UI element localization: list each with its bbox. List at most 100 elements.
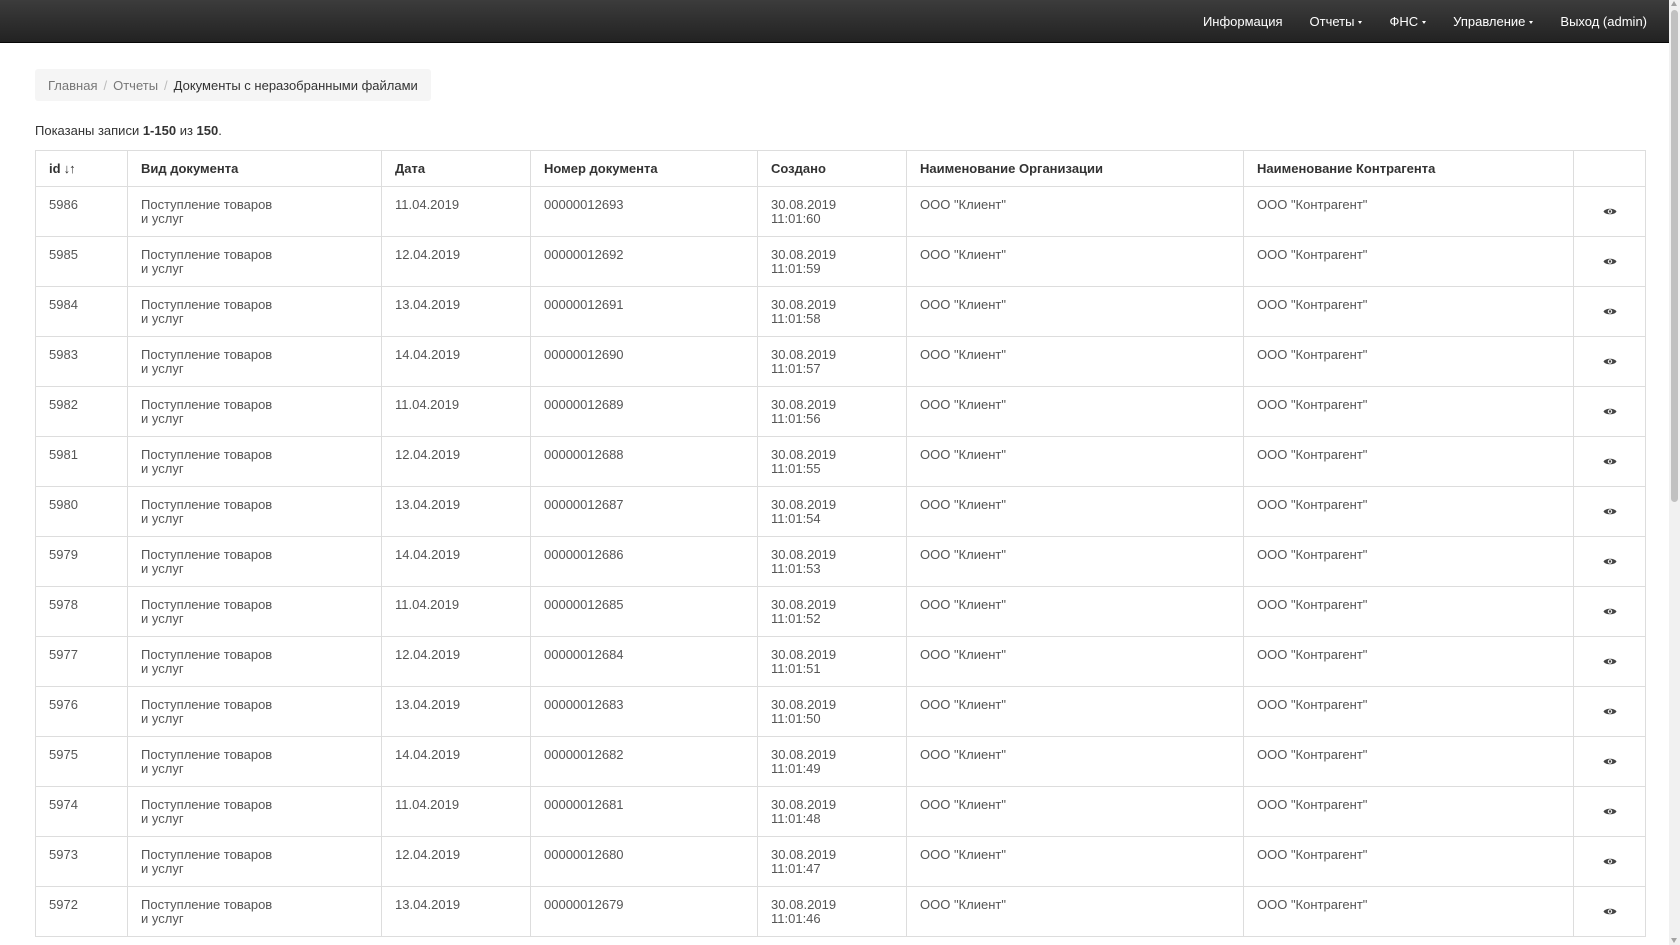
cell-created: 30.08.2019 11:01:60	[757, 186, 907, 237]
cell-actions	[1573, 836, 1646, 887]
scrollbar-thumb[interactable]	[1671, 10, 1678, 502]
cell-date: 11.04.2019	[381, 186, 531, 237]
created-time: 11:01:49	[771, 761, 821, 776]
doc-type-line-2: и услуг	[141, 761, 184, 776]
nav-item-fns[interactable]: ФНС	[1389, 14, 1427, 29]
cell-date: 13.04.2019	[381, 686, 531, 737]
eye-icon[interactable]	[1603, 355, 1617, 364]
eye-icon[interactable]	[1603, 855, 1617, 864]
summary-range: 1-150	[142, 123, 177, 138]
created-time: 11:01:58	[771, 311, 821, 326]
cell-date: 14.04.2019	[381, 736, 531, 787]
cell-counterparty: ООО "Контрагент"	[1243, 886, 1574, 937]
created-date: 30.08.2019	[771, 447, 837, 462]
cell-id: 5972	[35, 886, 128, 937]
nav-item-management-label: Управление	[1453, 14, 1526, 29]
nav-item-management[interactable]: Управление	[1453, 14, 1534, 29]
cell-actions	[1573, 486, 1646, 537]
cell-actions	[1573, 686, 1646, 737]
created-date: 30.08.2019	[771, 747, 837, 762]
created-date: 30.08.2019	[771, 397, 837, 412]
cell-created: 30.08.2019 11:01:57	[757, 336, 907, 387]
cell-date: 12.04.2019	[381, 436, 531, 487]
doc-type-line-2: и услуг	[141, 511, 184, 526]
column-header-doc-number: Номер документа	[530, 150, 758, 187]
table-header-row: id ↓↑ Вид документа Дата Номер документа …	[35, 150, 1646, 187]
cell-actions	[1573, 386, 1646, 437]
cell-organization: ООО "Клиент"	[906, 336, 1244, 387]
breadcrumb-reports-link[interactable]: Отчеты	[113, 78, 158, 93]
breadcrumb-current: Документы с неразобранными файлами	[173, 77, 418, 93]
cell-actions	[1573, 336, 1646, 387]
eye-icon[interactable]	[1603, 555, 1617, 564]
cell-counterparty: ООО "Контрагент"	[1243, 786, 1574, 837]
cell-doc-type: Поступление товаров и услуг	[127, 686, 382, 737]
created-time: 11:01:50	[771, 711, 821, 726]
eye-icon[interactable]	[1603, 805, 1617, 814]
created-time: 11:01:51	[771, 661, 821, 676]
column-header-date: Дата	[381, 150, 531, 187]
cell-actions	[1573, 186, 1646, 237]
doc-type-line-2: и услуг	[141, 561, 184, 576]
table-row: 5978 Поступление товаров и услуг 11.04.2019…	[35, 586, 1646, 637]
eye-icon[interactable]	[1603, 605, 1617, 614]
doc-type-line-1: Поступление товаров	[141, 197, 273, 212]
cell-date: 11.04.2019	[381, 386, 531, 437]
eye-icon[interactable]	[1603, 305, 1617, 314]
column-header-counterparty: Наименование Контрагента	[1243, 150, 1574, 187]
cell-doc-type: Поступление товаров и услуг	[127, 236, 382, 287]
cell-doc-number: 00000012687	[530, 486, 758, 537]
doc-type-line-1: Поступление товаров	[141, 397, 273, 412]
doc-type-line-1: Поступление товаров	[141, 247, 273, 262]
sort-icon[interactable]: ↓↑	[64, 161, 76, 176]
cell-actions	[1573, 636, 1646, 687]
cell-created: 30.08.2019 11:01:53	[757, 536, 907, 587]
cell-organization: ООО "Клиент"	[906, 636, 1244, 687]
created-date: 30.08.2019	[771, 247, 837, 262]
cell-date: 12.04.2019	[381, 836, 531, 887]
doc-type-line-2: и услуг	[141, 811, 184, 826]
scroll-up-arrow-icon[interactable]	[1671, 1, 1677, 6]
eye-icon[interactable]	[1603, 205, 1617, 214]
eye-icon[interactable]	[1603, 655, 1617, 664]
eye-icon[interactable]	[1603, 405, 1617, 414]
table-row: 5974 Поступление товаров и услуг 11.04.2019…	[35, 786, 1646, 837]
eye-icon[interactable]	[1603, 455, 1617, 464]
cell-created: 30.08.2019 11:01:58	[757, 286, 907, 337]
cell-counterparty: ООО "Контрагент"	[1243, 186, 1574, 237]
table-row: 5973 Поступление товаров и услуг 12.04.2019…	[35, 836, 1646, 887]
table-row: 5979 Поступление товаров и услуг 14.04.2019…	[35, 536, 1646, 587]
cell-date: 11.04.2019	[381, 786, 531, 837]
cell-created: 30.08.2019 11:01:56	[757, 386, 907, 437]
nav-item-reports[interactable]: Отчеты	[1310, 14, 1363, 29]
created-date: 30.08.2019	[771, 647, 837, 662]
eye-icon[interactable]	[1603, 905, 1617, 914]
table-row: 5980 Поступление товаров и услуг 13.04.2019…	[35, 486, 1646, 537]
cell-created: 30.08.2019 11:01:50	[757, 686, 907, 737]
eye-icon[interactable]	[1603, 255, 1617, 264]
table-row: 5984 Поступление товаров и услуг 13.04.2019…	[35, 286, 1646, 337]
cell-doc-number: 00000012691	[530, 286, 758, 337]
eye-icon[interactable]	[1603, 755, 1617, 764]
doc-type-line-2: и услуг	[141, 361, 184, 376]
doc-type-line-1: Поступление товаров	[141, 297, 273, 312]
created-date: 30.08.2019	[771, 797, 837, 812]
created-date: 30.08.2019	[771, 597, 837, 612]
vertical-scrollbar[interactable]	[1669, 0, 1680, 945]
breadcrumb-home-link[interactable]: Главная	[48, 78, 97, 93]
nav-item-logout[interactable]: Выход (admin)	[1560, 14, 1647, 29]
doc-type-line-1: Поступление товаров	[141, 897, 273, 912]
scroll-down-arrow-icon[interactable]	[1671, 938, 1677, 943]
caret-down-icon	[1358, 21, 1363, 25]
eye-icon[interactable]	[1603, 705, 1617, 714]
cell-date: 14.04.2019	[381, 336, 531, 387]
created-date: 30.08.2019	[771, 347, 837, 362]
eye-icon[interactable]	[1603, 505, 1617, 514]
doc-type-line-1: Поступление товаров	[141, 347, 273, 362]
column-header-organization: Наименование Организации	[906, 150, 1244, 187]
doc-type-line-1: Поступление товаров	[141, 797, 273, 812]
column-header-actions	[1573, 150, 1646, 187]
column-header-id[interactable]: id ↓↑	[35, 150, 128, 187]
created-time: 11:01:47	[771, 861, 821, 876]
nav-item-info[interactable]: Информация	[1203, 14, 1283, 29]
